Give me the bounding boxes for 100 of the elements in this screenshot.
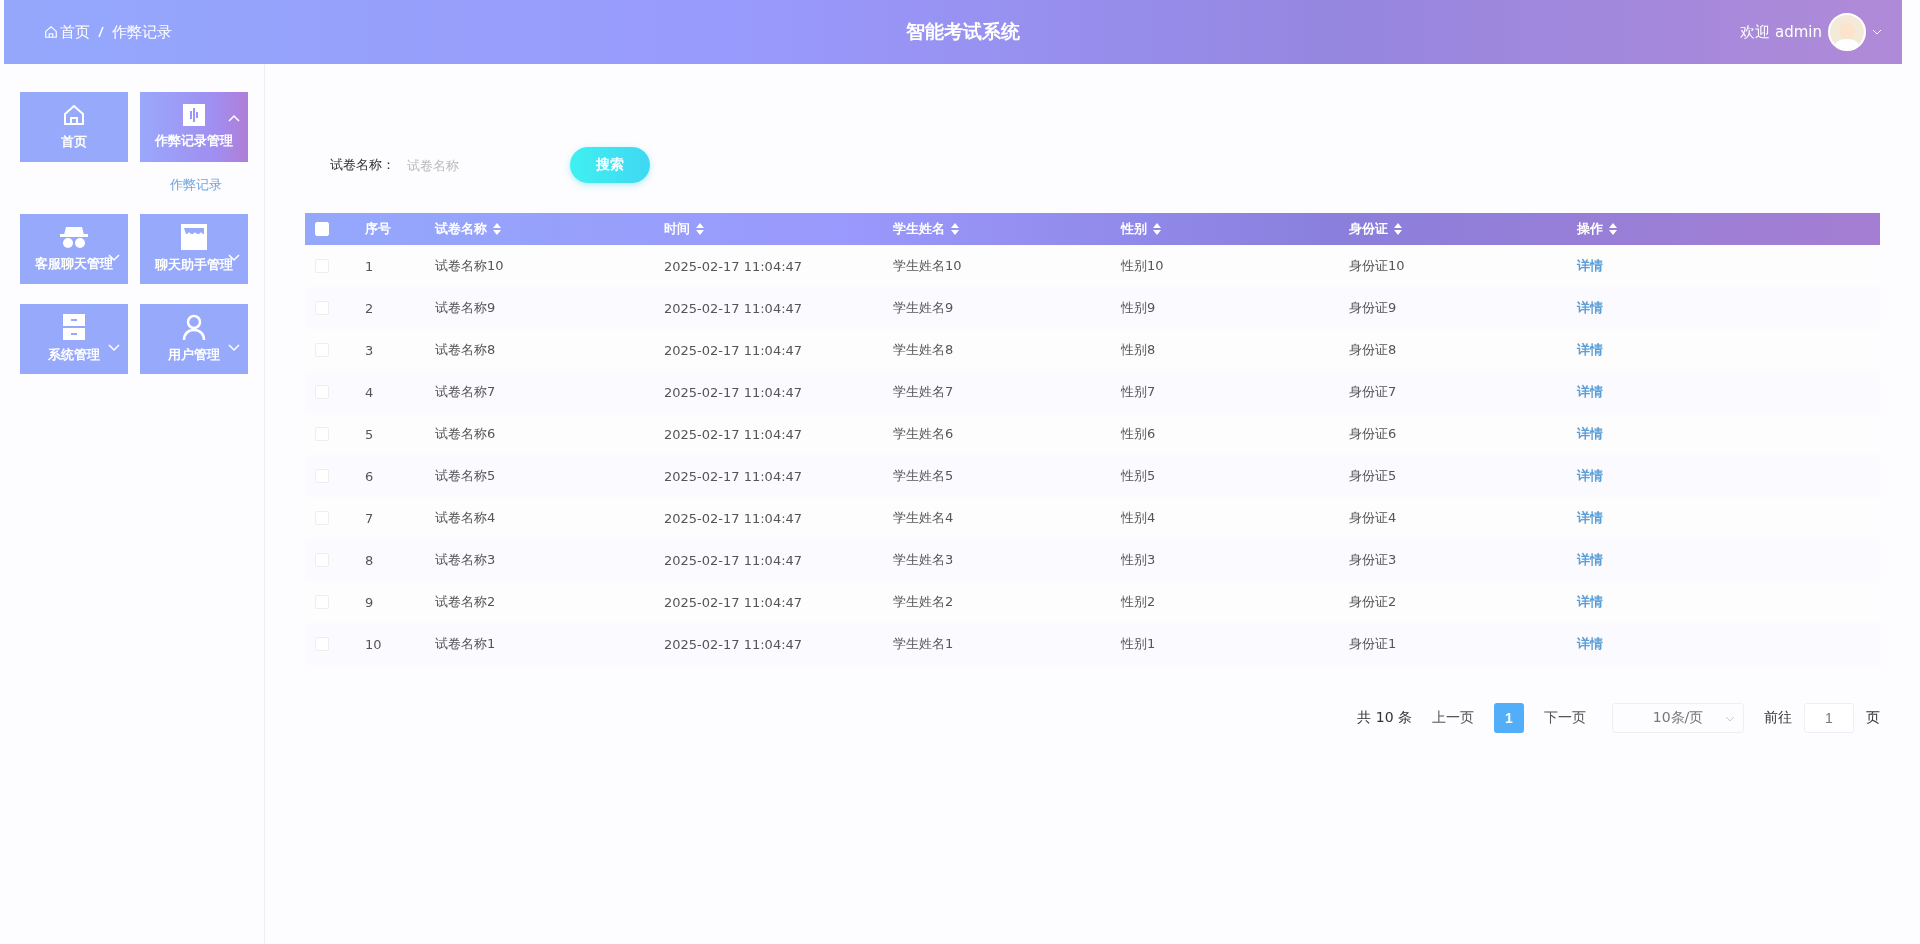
table-cell: 7 <box>365 510 374 526</box>
sort-icon[interactable] <box>1153 223 1161 235</box>
chart-icon <box>183 104 205 126</box>
table-cell: 性别9 <box>1121 300 1156 315</box>
table-cell: 2025-02-17 11:04:47 <box>664 594 803 610</box>
sort-icon[interactable] <box>951 223 959 235</box>
table-cell: 8 <box>365 552 374 568</box>
table-cell: 学生姓名1 <box>893 636 954 651</box>
avatar[interactable] <box>1828 13 1866 51</box>
sort-icon[interactable] <box>1394 223 1402 235</box>
table-cell: 性别3 <box>1121 552 1156 567</box>
detail-link[interactable]: 详情 <box>1577 384 1603 399</box>
table-cell: 学生姓名7 <box>893 384 954 399</box>
detail-link[interactable]: 详情 <box>1577 300 1603 315</box>
table-cell: 2025-02-17 11:04:47 <box>664 552 803 568</box>
table-cell: 2025-02-17 11:04:47 <box>664 468 803 484</box>
detail-link[interactable]: 详情 <box>1577 594 1603 609</box>
table-cell: 身份证3 <box>1349 552 1397 567</box>
table-cell: 身份证5 <box>1349 468 1397 483</box>
breadcrumb-current: 作弊记录 <box>112 22 172 42</box>
shop-icon <box>181 224 207 250</box>
table-cell: 6 <box>365 468 374 484</box>
select-all-checkbox[interactable] <box>315 222 329 236</box>
table-cell: 4 <box>365 384 374 400</box>
detail-link[interactable]: 详情 <box>1577 636 1603 651</box>
sort-icon[interactable] <box>493 223 501 235</box>
page-suffix: 页 <box>1866 709 1880 727</box>
table-cell: 试卷名称4 <box>435 510 496 525</box>
menu-tile[interactable]: 客服聊天管理 <box>20 214 128 284</box>
column-header: 身份证 <box>1349 220 1388 238</box>
table-cell: 学生姓名2 <box>893 594 954 609</box>
detail-link[interactable]: 详情 <box>1577 258 1603 273</box>
separator-icon <box>98 26 104 38</box>
table-cell: 2025-02-17 11:04:47 <box>664 510 803 526</box>
sort-icon[interactable] <box>1609 223 1617 235</box>
table-cell: 2025-02-17 11:04:47 <box>664 258 803 274</box>
table-cell: 5 <box>365 426 374 442</box>
next-page-button[interactable]: 下一页 <box>1544 709 1586 727</box>
table-cell: 学生姓名5 <box>893 468 954 483</box>
goto-label: 前往 <box>1764 709 1792 727</box>
table-cell: 2025-02-17 11:04:47 <box>664 342 803 358</box>
page-number[interactable]: 1 <box>1494 703 1524 733</box>
detail-link[interactable]: 详情 <box>1577 468 1603 483</box>
prev-page-button[interactable]: 上一页 <box>1432 709 1474 727</box>
menu-tile[interactable]: 作弊记录管理 <box>140 92 248 162</box>
table-cell: 试卷名称7 <box>435 384 496 399</box>
column-header: 试卷名称 <box>435 220 487 238</box>
table-cell: 身份证8 <box>1349 342 1397 357</box>
menu-tile[interactable]: 聊天助手管理 <box>140 214 248 284</box>
table-cell: 性别8 <box>1121 342 1156 357</box>
welcome-text: 欢迎 admin <box>1740 22 1822 42</box>
column-header: 学生姓名 <box>893 220 945 238</box>
table-cell: 性别7 <box>1121 384 1156 399</box>
table-cell: 性别6 <box>1121 426 1156 441</box>
table-cell: 试卷名称9 <box>435 300 496 315</box>
search-label: 试卷名称： <box>330 156 395 174</box>
table-cell: 身份证4 <box>1349 510 1397 525</box>
home-icon <box>62 103 86 127</box>
user-icon <box>182 314 206 340</box>
table-cell: 试卷名称6 <box>435 426 496 441</box>
page-size-select[interactable]: 10条/页 <box>1612 703 1744 733</box>
table-cell: 性别2 <box>1121 594 1156 609</box>
table-cell: 身份证6 <box>1349 426 1397 441</box>
table-cell: 2 <box>365 300 374 316</box>
column-header: 性别 <box>1121 220 1147 238</box>
search-button[interactable]: 搜索 <box>570 147 650 183</box>
table-cell: 身份证1 <box>1349 636 1397 651</box>
menu-tile[interactable]: 系统管理 <box>20 304 128 374</box>
detail-link[interactable]: 详情 <box>1577 510 1603 525</box>
table-cell: 2025-02-17 11:04:47 <box>664 636 803 652</box>
cabinet-icon <box>63 314 85 340</box>
spy-icon <box>60 225 88 249</box>
total-count: 共 10 条 <box>1357 709 1412 727</box>
table-cell: 学生姓名9 <box>893 300 954 315</box>
home-icon <box>44 25 58 39</box>
detail-link[interactable]: 详情 <box>1577 342 1603 357</box>
goto-page-field[interactable]: 1 <box>1804 703 1854 733</box>
table-cell: 性别4 <box>1121 510 1156 525</box>
table-cell: 学生姓名8 <box>893 342 954 357</box>
column-header: 序号 <box>365 220 391 238</box>
table-cell: 身份证9 <box>1349 300 1397 315</box>
breadcrumb-link[interactable]: 首页 <box>44 22 90 42</box>
search-field[interactable]: 试卷名称 <box>405 150 555 180</box>
menu-tile[interactable]: 用户管理 <box>140 304 248 374</box>
table-cell: 试卷名称5 <box>435 468 496 483</box>
table-cell: 2025-02-17 11:04:47 <box>664 300 803 316</box>
sort-icon[interactable] <box>696 223 704 235</box>
table-cell: 性别1 <box>1121 636 1156 651</box>
table-cell: 试卷名称10 <box>435 258 504 273</box>
chevron-down-icon <box>1725 716 1735 722</box>
caret-icon[interactable] <box>1872 29 1882 35</box>
table-cell: 身份证2 <box>1349 594 1397 609</box>
submenu-item[interactable]: 作弊记录 <box>170 176 248 194</box>
table-cell: 2025-02-17 11:04:47 <box>664 426 803 442</box>
menu-tile[interactable]: 首页 <box>20 92 128 162</box>
table-cell: 1 <box>365 258 374 274</box>
detail-link[interactable]: 详情 <box>1577 552 1603 567</box>
detail-link[interactable]: 详情 <box>1577 426 1603 441</box>
table-cell: 试卷名称2 <box>435 594 496 609</box>
table-cell: 3 <box>365 342 374 358</box>
